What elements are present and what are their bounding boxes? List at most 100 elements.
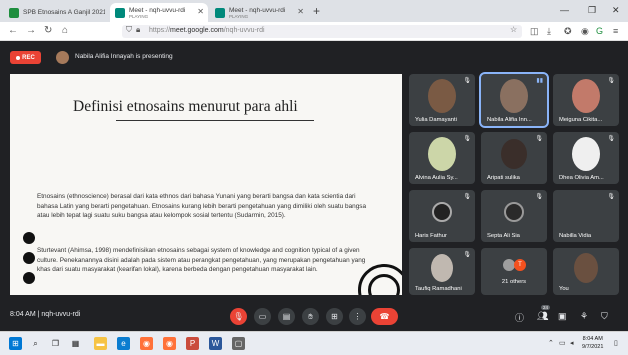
save-to-pocket-icon[interactable]: ◫ [530, 26, 539, 37]
task-view-icon[interactable]: ❐ [49, 337, 62, 350]
title-underline [116, 120, 314, 121]
network-icon[interactable]: ▭ [559, 339, 566, 347]
browser-tab-meet-active[interactable]: Meet - nqh-uvvu-rdi PLAYING ✕ [110, 3, 208, 22]
participant-name: Nabilla Vidia [559, 233, 592, 239]
host-controls-icon[interactable]: ⛉ [601, 311, 608, 322]
os-taskbar: ⊞ ⌕ ❐ ▦ ▬ e ◉ ◉ P W ▢ ⌃ ▭ ◂ 8:04 AM 9/7/… [0, 331, 628, 355]
minimize-icon[interactable]: — [560, 5, 569, 15]
others-label: 21 others [501, 279, 527, 285]
self-tile[interactable]: You [553, 248, 619, 295]
forward-icon[interactable]: → [26, 25, 36, 36]
shield-icon[interactable]: ⛉ [126, 25, 132, 35]
participant-video [572, 136, 600, 171]
activities-icon[interactable]: ⚘ [580, 311, 588, 322]
tab-title: SPB Etnosains A Ganjil 2021/202 [23, 9, 105, 16]
extension-icon[interactable]: ✪ [564, 26, 572, 37]
participant-video [501, 138, 527, 169]
bookmark-star-icon[interactable]: ☆ [510, 25, 517, 34]
close-window-icon[interactable]: ✕ [612, 5, 620, 16]
system-date: 9/7/2021 [582, 344, 604, 350]
back-icon[interactable]: ← [8, 25, 18, 36]
app-icon[interactable]: ▢ [232, 337, 245, 350]
close-tab-icon[interactable]: ✕ [197, 7, 204, 16]
participant-avatar [432, 201, 452, 222]
reload-icon[interactable]: ↻ [44, 25, 52, 36]
meet-stage: REC Nabila Alifia Innayah is presenting … [0, 41, 628, 301]
participant-tile[interactable]: 🎙︎ Septa Ali Sia [481, 190, 547, 242]
others-tile[interactable]: T 21 others [481, 248, 547, 295]
self-name: You [559, 286, 569, 292]
participant-name: Alvina Aulia Sy... [415, 175, 458, 181]
participant-name: Haris Fathur [415, 233, 447, 239]
lock-icon[interactable]: 🔒︎ [136, 25, 140, 35]
address-bar[interactable]: ⛉ 🔒︎ https://meet.google.com/nqh-uvvu-rd… [122, 25, 522, 38]
participant-tile[interactable]: 🎙︎ Aripati sulika [481, 132, 547, 184]
raise-hand-button[interactable]: ✋︎ [302, 308, 319, 325]
account-icon[interactable]: ◉ [581, 26, 589, 37]
mic-off-icon: 🎙︎ [607, 194, 615, 200]
tab-playing-label: PLAYING [229, 13, 249, 19]
participant-tile[interactable]: 🎙︎ Yulia Damayanti [409, 74, 475, 126]
participant-tile[interactable]: 🎙︎ Alvina Aulia Sy... [409, 132, 475, 184]
search-icon[interactable]: ⌕ [29, 337, 42, 350]
participant-tile[interactable]: 🎙︎ Taufiq Ramadhani [409, 248, 475, 295]
participant-tile[interactable]: 🎙︎ Meiguna Cikita... [553, 74, 619, 126]
meet-favicon-icon [115, 7, 125, 18]
firefox-icon-2[interactable]: ◉ [163, 337, 176, 350]
home-icon[interactable]: ⌂ [62, 25, 68, 36]
present-button[interactable]: ⊞ [326, 308, 343, 325]
menu-icon[interactable]: ≡ [613, 26, 618, 36]
presenter-status: Nabila Alifia Innayah is presenting [75, 53, 173, 60]
camera-toggle-button[interactable]: ▭ [254, 308, 271, 325]
tab-playing-label: PLAYING [129, 13, 149, 19]
mic-off-icon: 🎙︎ [463, 136, 471, 142]
slide-title: Definisi etnosains menurut para ahli [73, 98, 298, 115]
mic-toggle-button[interactable]: 🎙︎ [230, 308, 247, 325]
system-clock[interactable]: 8:04 AM 9/7/2021 [582, 335, 603, 351]
tab-title: Meet - nqh-uvvu-rdi [229, 6, 286, 14]
participant-name: Septa Ali Sia [487, 233, 520, 239]
participant-name: Nabila Alifia Inn... [487, 117, 532, 123]
restore-icon[interactable]: ❐ [588, 5, 596, 16]
captions-button[interactable]: ▤ [278, 308, 295, 325]
grammarly-icon[interactable]: G [596, 26, 603, 36]
browser-nav-bar: ← → ↻ ⌂ ⛉ 🔒︎ https://meet.google.com/nqh… [0, 22, 628, 41]
firefox-icon[interactable]: ◉ [140, 337, 153, 350]
tray-chevron-icon[interactable]: ⌃ [548, 339, 554, 347]
browser-tab-meet[interactable]: Meet - nqh-uvvu-rdi PLAYING ✕ [210, 3, 308, 22]
word-icon[interactable]: W [209, 337, 222, 350]
close-tab-icon[interactable]: ✕ [297, 7, 304, 16]
meet-control-bar: 8:04 AM | nqh-uvvu-rdi 🎙︎ ▭ ▤ ✋︎ ⊞ ⋮ ☎︎ … [0, 301, 628, 331]
recording-indicator: REC [10, 51, 41, 64]
volume-icon[interactable]: ◂ [570, 339, 574, 347]
system-time: 8:04 AM [582, 336, 603, 342]
download-icon[interactable]: ⤓ [547, 26, 551, 37]
people-icon[interactable]: 👥︎ [537, 311, 548, 322]
powerpoint-icon[interactable]: P [186, 337, 199, 350]
audio-level-icon: ▮▮ [536, 78, 543, 84]
participant-tile[interactable]: 🎙︎ Dhea Olivia Am... [553, 132, 619, 184]
windows-start-icon[interactable]: ⊞ [9, 337, 22, 350]
file-explorer-icon[interactable]: ▬ [94, 337, 107, 350]
new-tab-button[interactable]: + [313, 4, 320, 18]
notifications-icon[interactable]: ▯ [614, 339, 618, 347]
record-dot-icon [16, 55, 21, 60]
widgets-icon[interactable]: ▦ [69, 337, 82, 350]
browser-tab-classroom[interactable]: SPB Etnosains A Ganjil 2021/202 [4, 3, 110, 22]
more-options-button[interactable]: ⋮ [349, 308, 366, 325]
participant-name: Meiguna Cikita... [559, 117, 603, 123]
edge-icon[interactable]: e [117, 337, 130, 350]
tab-title: Meet - nqh-uvvu-rdi [129, 6, 186, 14]
slide-paragraph-1: Etnosains (ethnoscience) berasal dari ka… [37, 193, 366, 220]
chat-icon[interactable]: ▣ [558, 311, 567, 322]
participant-tile[interactable]: 🎙︎ Nabilla Vidia [553, 190, 619, 242]
participant-video [428, 136, 456, 171]
participant-tile-speaking[interactable]: ▮▮ Nabila Alifia Inn... [479, 72, 549, 128]
participant-tile[interactable]: 🎙︎ Haris Fathur [409, 190, 475, 242]
leave-call-button[interactable]: ☎︎ [371, 308, 398, 325]
rec-label: REC [22, 54, 35, 61]
classroom-favicon-icon [9, 7, 19, 18]
meeting-details-icon[interactable]: ⓘ [515, 311, 524, 324]
mic-off-icon: 🎙︎ [535, 136, 543, 142]
mic-off-icon: 🎙︎ [463, 78, 471, 84]
